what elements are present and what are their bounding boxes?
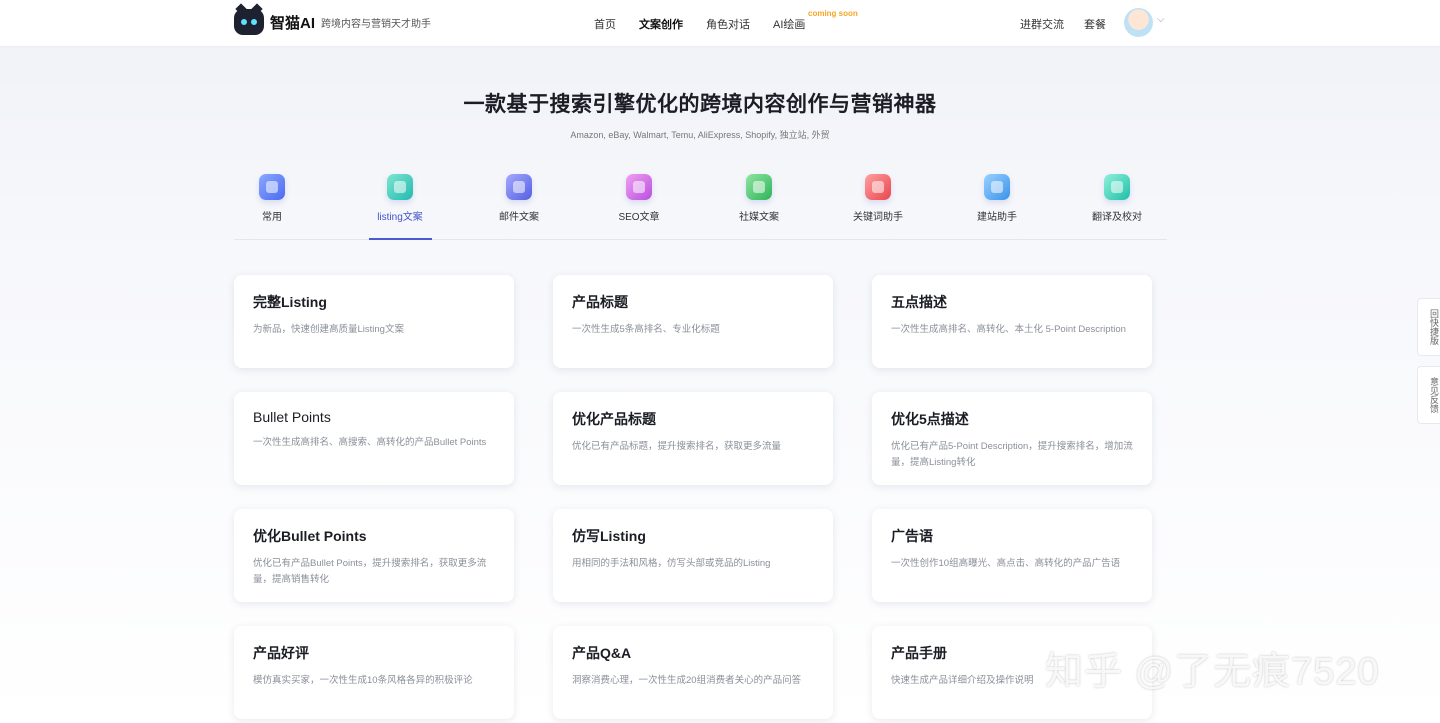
card-title: 仿写Listing <box>572 528 646 544</box>
tab-label: listing文案 <box>377 212 423 223</box>
tab-label: 翻译及校对 <box>1092 212 1142 223</box>
card-title: 优化5点描述 <box>891 411 969 427</box>
main-nav: 首页 文案创作 角色对话 AI绘画 <box>594 16 828 32</box>
tab-common[interactable]: 常用 <box>227 170 317 223</box>
article-icon <box>626 174 652 200</box>
nav-copywriting[interactable]: 文案创作 <box>639 16 683 32</box>
card-full-listing[interactable]: 完整Listing 为新品，快速创建高质量Listing文案 <box>234 275 514 368</box>
social-icon <box>746 174 772 200</box>
document-icon <box>387 174 413 200</box>
tab-label: SEO文章 <box>618 212 660 223</box>
card-slogan[interactable]: 广告语 一次性创作10组高曝光、高点击、高转化的产品广告语 <box>872 509 1152 602</box>
card-title: 产品标题 <box>572 294 628 310</box>
tab-label: 建站助手 <box>977 212 1017 223</box>
nav-role-chat[interactable]: 角色对话 <box>706 16 750 32</box>
back-to-quick-version-button[interactable]: 回快捷版 <box>1417 298 1440 356</box>
cat-robot-icon <box>234 3 264 35</box>
tab-social[interactable]: 社媒文案 <box>714 170 804 223</box>
card-desc: 洞察消费心理，一次性生成20组消费者关心的产品问答 <box>572 675 802 686</box>
card-positive-review[interactable]: 产品好评 模仿真实买家，一次性生成10条风格各异的积极评论 <box>234 626 514 719</box>
tab-seo[interactable]: SEO文章 <box>594 170 684 223</box>
translate-icon <box>1104 174 1130 200</box>
card-optimize-title[interactable]: 优化产品标题 优化已有产品标题，提升搜索排名，获取更多流量 <box>553 392 833 485</box>
card-desc: 优化已有产品Bullet Points，提升搜索排名，获取更多流量，提高销售转化 <box>253 558 487 585</box>
tab-website[interactable]: 建站助手 <box>952 170 1042 223</box>
grid-icon <box>259 174 285 200</box>
tab-label: 社媒文案 <box>739 212 779 223</box>
logo-slogan: 跨境内容与营销天才助手 <box>321 18 432 30</box>
keyword-search-icon <box>865 174 891 200</box>
nav-home[interactable]: 首页 <box>594 16 616 32</box>
nav-ai-drawing[interactable]: AI绘画 <box>773 16 805 32</box>
card-bullet-points[interactable]: Bullet Points 一次性生成高排名、高搜索、高转化的产品Bullet … <box>234 392 514 485</box>
card-title: 五点描述 <box>891 294 947 310</box>
card-product-qa[interactable]: 产品Q&A 洞察消费心理，一次性生成20组消费者关心的产品问答 <box>553 626 833 719</box>
tab-keywords[interactable]: 关键词助手 <box>833 170 923 223</box>
card-optimize-five-points[interactable]: 优化5点描述 优化已有产品5-Point Description，提升搜索排名，… <box>872 392 1152 485</box>
chevron-down-icon[interactable]: ⌵ <box>1157 14 1165 25</box>
tab-listing[interactable]: listing文案 <box>355 170 445 223</box>
mail-icon <box>506 174 532 200</box>
coming-soon-badge: coming soon <box>808 9 858 18</box>
logo-name: 智猫AI <box>270 14 316 32</box>
website-icon <box>984 174 1010 200</box>
active-tab-indicator <box>369 238 432 240</box>
avatar[interactable] <box>1124 8 1153 37</box>
card-title: Bullet Points <box>253 409 331 425</box>
card-desc: 一次性生成5条高排名、专业化标题 <box>572 324 720 335</box>
card-desc: 一次性创作10组高曝光、高点击、高转化的产品广告语 <box>891 558 1121 569</box>
card-desc: 优化已有产品标题，提升搜索排名，获取更多流量 <box>572 441 782 452</box>
card-five-points[interactable]: 五点描述 一次性生成高排名、高转化、本土化 5-Point Descriptio… <box>872 275 1152 368</box>
tab-translate[interactable]: 翻译及校对 <box>1072 170 1162 223</box>
join-group-link[interactable]: 进群交流 <box>1020 16 1064 32</box>
card-desc: 一次性生成高排名、高转化、本土化 5-Point Description <box>891 324 1126 335</box>
top-navbar: 智猫AI 跨境内容与营销天才助手 首页 文案创作 角色对话 AI绘画 comin… <box>0 0 1440 47</box>
logo[interactable]: 智猫AI 跨境内容与营销天才助手 <box>234 3 432 35</box>
card-title: 产品好评 <box>253 645 309 661</box>
card-title: 完整Listing <box>253 294 327 310</box>
card-desc: 用相同的手法和风格，仿写头部或竞品的Listing <box>572 558 771 569</box>
card-optimize-bullets[interactable]: 优化Bullet Points 优化已有产品Bullet Points，提升搜索… <box>234 509 514 602</box>
page-subtitle: Amazon, eBay, Walmart, Temu, AliExpress,… <box>570 130 830 140</box>
card-product-title[interactable]: 产品标题 一次性生成5条高排名、专业化标题 <box>553 275 833 368</box>
watermark: 知乎 @了无痕7520 <box>1045 651 1380 693</box>
card-title: 产品Q&A <box>572 645 632 661</box>
tab-label: 常用 <box>262 212 282 223</box>
card-title: 优化Bullet Points <box>253 528 367 544</box>
category-tabs: 常用 listing文案 邮件文案 SEO文章 社媒文案 关键词助手 建站助手 … <box>234 170 1167 240</box>
right-nav: 进群交流 套餐 <box>1020 16 1126 32</box>
card-desc: 优化已有产品5-Point Description，提升搜索排名，增加流量，提高… <box>891 441 1133 468</box>
tab-label: 关键词助手 <box>853 212 903 223</box>
card-desc: 为新品，快速创建高质量Listing文案 <box>253 324 404 335</box>
card-desc: 模仿真实买家，一次性生成10条风格各异的积极评论 <box>253 675 473 686</box>
card-desc: 一次性生成高排名、高搜索、高转化的产品Bullet Points <box>253 437 487 448</box>
feedback-button[interactable]: 意见反馈 <box>1417 366 1440 424</box>
pricing-link[interactable]: 套餐 <box>1084 16 1106 32</box>
tab-email[interactable]: 邮件文案 <box>474 170 564 223</box>
card-title: 广告语 <box>891 528 933 544</box>
page-title: 一款基于搜索引擎优化的跨境内容创作与营销神器 <box>463 93 937 116</box>
card-title: 优化产品标题 <box>572 411 656 427</box>
card-imitate-listing[interactable]: 仿写Listing 用相同的手法和风格，仿写头部或竞品的Listing <box>553 509 833 602</box>
tab-label: 邮件文案 <box>499 212 539 223</box>
